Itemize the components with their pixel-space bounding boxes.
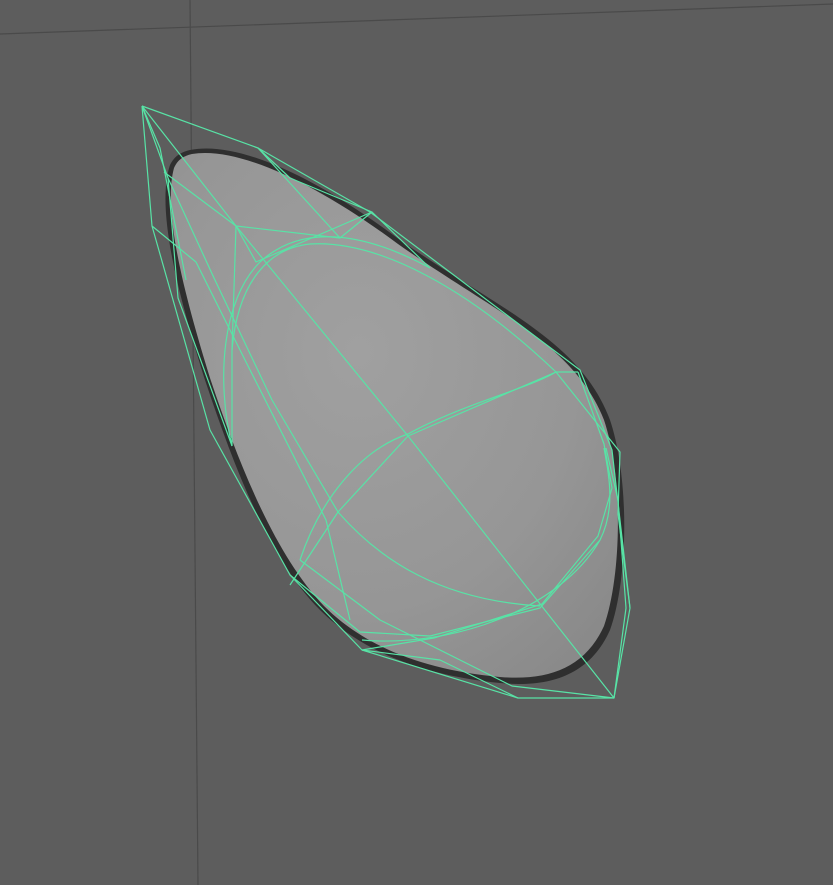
nurbs-surface[interactable] <box>170 152 618 678</box>
viewport-canvas[interactable] <box>0 0 833 885</box>
grid-line-horizontal <box>0 3 833 35</box>
3d-viewport[interactable] <box>0 0 833 885</box>
grid-line-vertical <box>189 0 199 885</box>
